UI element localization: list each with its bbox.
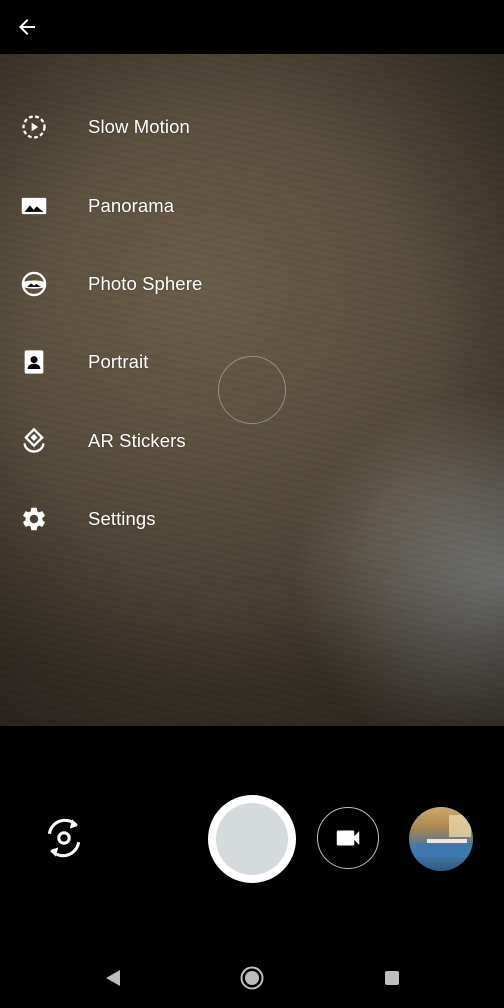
ar-stickers-icon — [20, 427, 48, 455]
menu-item-slow-motion[interactable]: Slow Motion — [0, 88, 300, 166]
photo-sphere-icon — [20, 270, 48, 298]
menu-item-panorama[interactable]: Panorama — [0, 166, 300, 244]
portrait-icon — [20, 348, 48, 376]
back-button[interactable] — [8, 8, 46, 46]
thumbnail-window — [449, 815, 471, 837]
menu-item-settings[interactable]: Settings — [0, 480, 300, 558]
menu-item-label: Settings — [88, 508, 156, 530]
switch-camera-icon — [47, 818, 81, 858]
camera-mode-menu: Slow Motion Panorama Photo Sphere Portra… — [0, 88, 300, 558]
video-camera-icon — [336, 830, 360, 846]
switch-camera-button[interactable] — [38, 812, 90, 864]
shutter-inner — [216, 803, 288, 875]
menu-item-portrait[interactable]: Portrait — [0, 323, 300, 401]
slow-motion-icon — [20, 113, 48, 141]
nav-back-icon[interactable] — [104, 968, 122, 988]
nav-home-icon[interactable] — [240, 966, 264, 990]
shutter-button[interactable] — [208, 795, 296, 883]
panorama-icon — [20, 192, 48, 220]
menu-item-label: AR Stickers — [88, 429, 186, 451]
gear-icon — [20, 505, 48, 533]
menu-item-label: Portrait — [88, 351, 149, 373]
arrow-left-icon — [19, 19, 35, 35]
nav-recents-icon[interactable] — [384, 970, 400, 986]
menu-item-label: Photo Sphere — [88, 272, 203, 294]
thumbnail-table — [413, 843, 473, 857]
thumbnail-net — [427, 839, 467, 843]
top-bar — [0, 0, 504, 54]
menu-item-photo-sphere[interactable]: Photo Sphere — [0, 245, 300, 323]
gallery-thumbnail[interactable] — [409, 807, 473, 871]
video-mode-button[interactable] — [317, 807, 379, 869]
menu-item-ar-stickers[interactable]: AR Stickers — [0, 402, 300, 480]
menu-item-label: Panorama — [88, 194, 175, 216]
menu-item-label: Slow Motion — [88, 116, 190, 138]
